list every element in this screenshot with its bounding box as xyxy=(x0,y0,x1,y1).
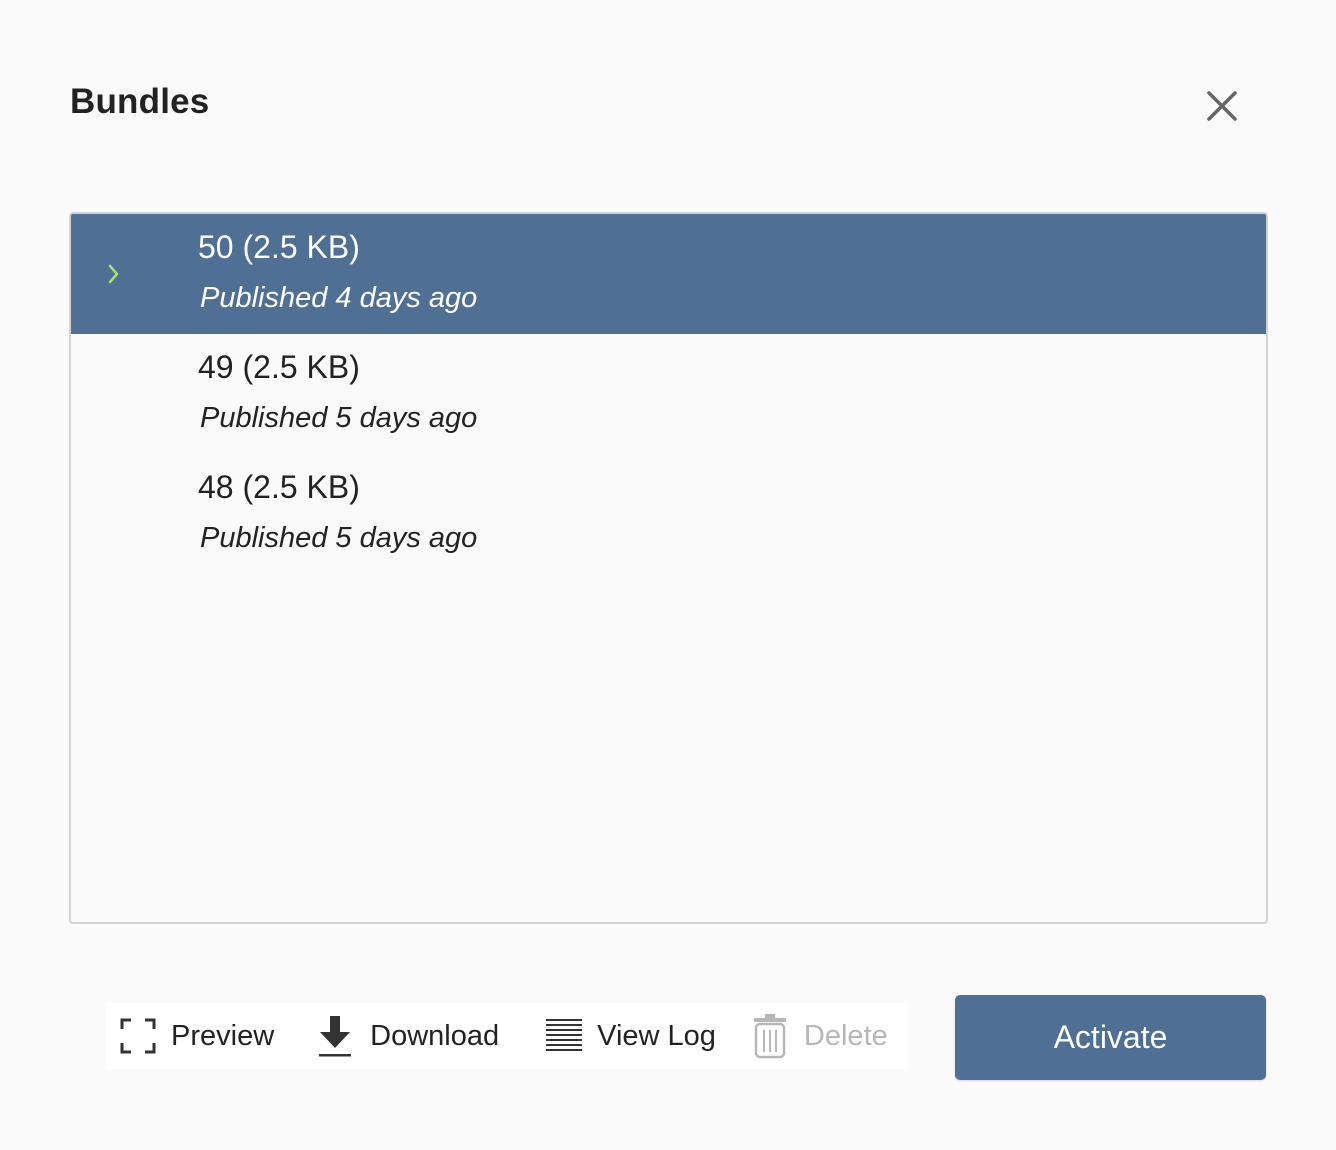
bundle-published: Published 5 days ago xyxy=(200,402,478,434)
bundles-dialog: Bundles 50 (2.5 KB) Published 4 days ago… xyxy=(0,0,1336,1150)
bundle-row[interactable]: 48 (2.5 KB) Published 5 days ago xyxy=(71,454,1266,574)
bundle-published: Published 5 days ago xyxy=(200,522,478,554)
log-lines-icon xyxy=(546,1019,583,1051)
bundle-row[interactable]: 49 (2.5 KB) Published 5 days ago xyxy=(71,334,1266,454)
preview-button[interactable]: Preview xyxy=(105,1003,301,1069)
dialog-title: Bundles xyxy=(70,82,210,121)
chevron-right-icon xyxy=(108,264,119,284)
fullscreen-icon xyxy=(120,1018,156,1054)
preview-label: Preview xyxy=(171,1019,275,1052)
bundle-toolbar: Preview Download View Log Delete xyxy=(105,1003,908,1069)
activate-label: Activate xyxy=(1053,1019,1168,1055)
bundle-list[interactable]: 50 (2.5 KB) Published 4 days ago 49 (2.5… xyxy=(69,212,1268,924)
bundle-name: 49 (2.5 KB) xyxy=(198,349,360,385)
delete-button[interactable]: Delete xyxy=(735,1003,908,1069)
download-label: Download xyxy=(370,1019,500,1052)
close-button[interactable] xyxy=(1196,80,1248,132)
view-log-button[interactable]: View Log xyxy=(529,1003,736,1069)
trash-icon xyxy=(753,1014,786,1059)
download-icon xyxy=(319,1016,352,1057)
activate-button[interactable]: Activate xyxy=(955,995,1266,1080)
close-icon xyxy=(1207,91,1237,121)
bundle-published: Published 4 days ago xyxy=(200,282,478,314)
view-log-label: View Log xyxy=(597,1019,716,1052)
delete-label: Delete xyxy=(803,1019,888,1052)
bundle-name: 50 (2.5 KB) xyxy=(198,229,360,265)
download-button[interactable]: Download xyxy=(300,1003,530,1069)
bundle-name: 48 (2.5 KB) xyxy=(198,469,360,505)
bundle-row-selected[interactable]: 50 (2.5 KB) Published 4 days ago xyxy=(71,214,1266,334)
